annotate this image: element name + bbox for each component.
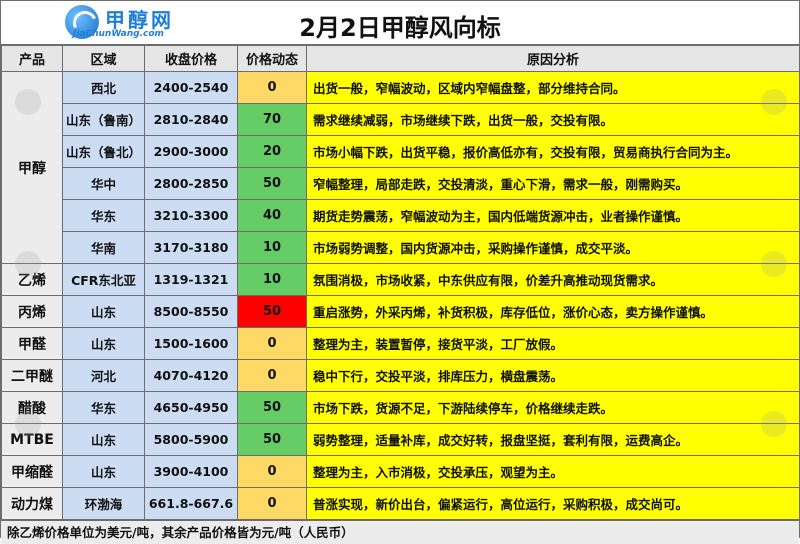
reason-cell: 普涨实现，新价出台，偏紧运行，高位运行，采购积极，成交尚可。 bbox=[306, 487, 800, 520]
reason-cell: 整理为主，装置暂停，接货平淡，工厂放假。 bbox=[306, 327, 800, 360]
price-cell: 2800-2850 bbox=[144, 167, 238, 200]
signal-cell: 0 bbox=[237, 71, 307, 104]
price-cell: 2810-2840 bbox=[144, 103, 238, 136]
price-cell: 2400-2540 bbox=[144, 71, 238, 104]
price-cell: 8500-8550 bbox=[144, 295, 238, 328]
table-row: 山东（鲁南） 2810-2840 70 需求继续减弱，市场继续下跌，出货一般，交投有限… bbox=[2, 103, 800, 136]
reason-cell: 需求继续减弱，市场继续下跌，出货一般，交投有限。 bbox=[306, 103, 800, 136]
table-body: 甲醇 西北 2400-2540 0 出货一般，窄幅波动，区域内窄幅盘整，部分维持合同。山… bbox=[1, 71, 800, 520]
region-cell: 山东（鲁南） bbox=[62, 103, 145, 136]
region-cell: 山东 bbox=[62, 295, 145, 328]
table-row: 丙烯 山东 8500-8550 50 重启涨势，外采丙烯，补货积极，库存低位，涨价心态，… bbox=[1, 295, 800, 328]
signal-cell: 50 bbox=[237, 423, 307, 456]
signal-cell: 10 bbox=[237, 263, 307, 296]
table-row: 乙烯 CFR东北亚 1319-1321 10 氛围消极，市场收紧，中东供应有限，价差升高… bbox=[1, 263, 800, 296]
title-bar: 甲醇网 JiaChunWang.com 2月2日甲醇风向标 bbox=[1, 1, 799, 45]
watermark-icon bbox=[761, 251, 787, 277]
price-cell: 1319-1321 bbox=[144, 263, 238, 296]
watermark-icon bbox=[15, 251, 41, 277]
watermark-icon bbox=[15, 411, 41, 437]
table-row: 甲缩醛 山东 3900-4100 0 整理为主，入市消极，交投承压，观望为主。 bbox=[1, 455, 800, 488]
table-row: 山东（鲁北） 2900-3000 20 市场小幅下跌，出货平稳，报价高低亦有，交投有限… bbox=[2, 135, 800, 168]
reason-cell: 整理为主，入市消极，交投承压，观望为主。 bbox=[306, 455, 800, 488]
header-product: 产品 bbox=[1, 45, 63, 72]
signal-cell: 10 bbox=[237, 231, 307, 264]
reason-cell: 氛围消极，市场收紧，中东供应有限，价差升高推动现货需求。 bbox=[306, 263, 800, 296]
signal-cell: 0 bbox=[237, 327, 307, 360]
product-cell: 动力煤 bbox=[1, 487, 63, 520]
table-row: 二甲醚 河北 4070-4120 0 稳中下行，交投平淡，排库压力，横盘震荡。 bbox=[1, 359, 800, 392]
reason-cell: 稳中下行，交投平淡，排库压力，横盘震荡。 bbox=[306, 359, 800, 392]
price-cell: 661.8-667.6 bbox=[144, 487, 238, 520]
price-cell: 4070-4120 bbox=[144, 359, 238, 392]
reason-cell: 重启涨势，外采丙烯，补货积极，库存低位，涨价心态，卖方操作谨慎。 bbox=[306, 295, 800, 328]
table-row: 甲醛 山东 1500-1600 0 整理为主，装置暂停，接货平淡，工厂放假。 bbox=[1, 327, 800, 360]
price-cell: 4650-4950 bbox=[144, 391, 238, 424]
region-cell: 华东 bbox=[62, 199, 145, 232]
reason-cell: 窄幅整理，局部走跌，交投清淡，重心下滑，需求一般，刚需购买。 bbox=[306, 167, 800, 200]
table-row: 华东 3210-3300 40 期货走势震荡，窄幅波动为主，国内低端货源冲击，业者操作… bbox=[2, 199, 800, 232]
region-cell: 山东 bbox=[62, 327, 145, 360]
signal-cell: 50 bbox=[237, 391, 307, 424]
signal-cell: 0 bbox=[237, 359, 307, 392]
page-title: 2月2日甲醇风向标 bbox=[299, 14, 501, 42]
reason-cell: 出货一般，窄幅波动，区域内窄幅盘整，部分维持合同。 bbox=[306, 71, 800, 104]
price-cell: 3170-3180 bbox=[144, 231, 238, 264]
table-row: 华南 3170-3180 10 市场弱势调整，国内货源冲击，采购操作谨慎，成交平淡。 bbox=[2, 231, 800, 264]
price-cell: 3900-4100 bbox=[144, 455, 238, 488]
table-row: 华中 2800-2850 50 窄幅整理，局部走跌，交投清淡，重心下滑，需求一般，刚需… bbox=[2, 167, 800, 200]
table-row: 甲醇 西北 2400-2540 0 出货一般，窄幅波动，区域内窄幅盘整，部分维持合同。 bbox=[1, 71, 800, 264]
product-cell: 甲缩醛 bbox=[1, 455, 63, 488]
product-cell: 甲醛 bbox=[1, 327, 63, 360]
signal-cell: 0 bbox=[237, 455, 307, 488]
region-cell: 西北 bbox=[62, 71, 145, 104]
signal-cell: 0 bbox=[237, 487, 307, 520]
signal-cell: 50 bbox=[237, 167, 307, 200]
header-price: 收盘价格 bbox=[144, 45, 238, 72]
reason-cell: 市场弱势调整，国内货源冲击，采购操作谨慎，成交平淡。 bbox=[306, 231, 800, 264]
region-cell: 环渤海 bbox=[62, 487, 145, 520]
region-cell: 河北 bbox=[62, 359, 145, 392]
footer-note: 除乙烯价格单位为美元/吨，其余产品价格皆为元/吨（人民币） bbox=[1, 520, 799, 544]
region-cell: 山东 bbox=[62, 423, 145, 456]
signal-cell: 40 bbox=[237, 199, 307, 232]
header-reason: 原因分析 bbox=[306, 45, 800, 72]
signal-cell: 50 bbox=[237, 295, 307, 328]
table-row: 动力煤 环渤海 661.8-667.6 0 普涨实现，新价出台，偏紧运行，高位运行，采购… bbox=[1, 487, 800, 520]
region-cell: 华南 bbox=[62, 231, 145, 264]
watermark-icon bbox=[761, 411, 787, 437]
signal-cell: 20 bbox=[237, 135, 307, 168]
wind-vane-report: 甲醇网 JiaChunWang.com 2月2日甲醇风向标 产品 区域 收盘价格… bbox=[0, 0, 800, 544]
reason-cell: 市场小幅下跌，出货平稳，报价高低亦有，交投有限，贸易商执行合同为主。 bbox=[306, 135, 800, 168]
header-signal: 价格动态 bbox=[237, 45, 307, 72]
table-row: 醋酸 华东 4650-4950 50 市场下跌，货源不足，下游陆续停车，价格继续走跌。 bbox=[1, 391, 800, 424]
reason-cell: 期货走势震荡，窄幅波动为主，国内低端货源冲击，业者操作谨慎。 bbox=[306, 199, 800, 232]
watermark-icon bbox=[761, 89, 787, 115]
region-cell: 华东 bbox=[62, 391, 145, 424]
region-cell: CFR东北亚 bbox=[62, 263, 145, 296]
price-cell: 1500-1600 bbox=[144, 327, 238, 360]
price-cell: 5800-5900 bbox=[144, 423, 238, 456]
region-cell: 山东（鲁北） bbox=[62, 135, 145, 168]
reason-cell: 弱势整理，适量补库，成交好转，报盘坚挺，套利有限，运费高企。 bbox=[306, 423, 800, 456]
table-header-row: 产品 区域 收盘价格 价格动态 原因分析 bbox=[1, 45, 800, 72]
reason-cell: 市场下跌，货源不足，下游陆续停车，价格继续走跌。 bbox=[306, 391, 800, 424]
region-cell: 山东 bbox=[62, 455, 145, 488]
watermark-icon bbox=[15, 89, 41, 115]
table-row: MTBE 山东 5800-5900 50 弱势整理，适量补库，成交好转，报盘坚挺，套利有… bbox=[1, 423, 800, 456]
header-region: 区域 bbox=[62, 45, 145, 72]
price-cell: 3210-3300 bbox=[144, 199, 238, 232]
region-cell: 华中 bbox=[62, 167, 145, 200]
price-cell: 2900-3000 bbox=[144, 135, 238, 168]
signal-cell: 70 bbox=[237, 103, 307, 136]
product-cell: 丙烯 bbox=[1, 295, 63, 328]
price-table: 产品 区域 收盘价格 价格动态 原因分析 甲醇 西北 2400-2540 0 出货一般，… bbox=[1, 45, 800, 520]
product-cell: 二甲醚 bbox=[1, 359, 63, 392]
